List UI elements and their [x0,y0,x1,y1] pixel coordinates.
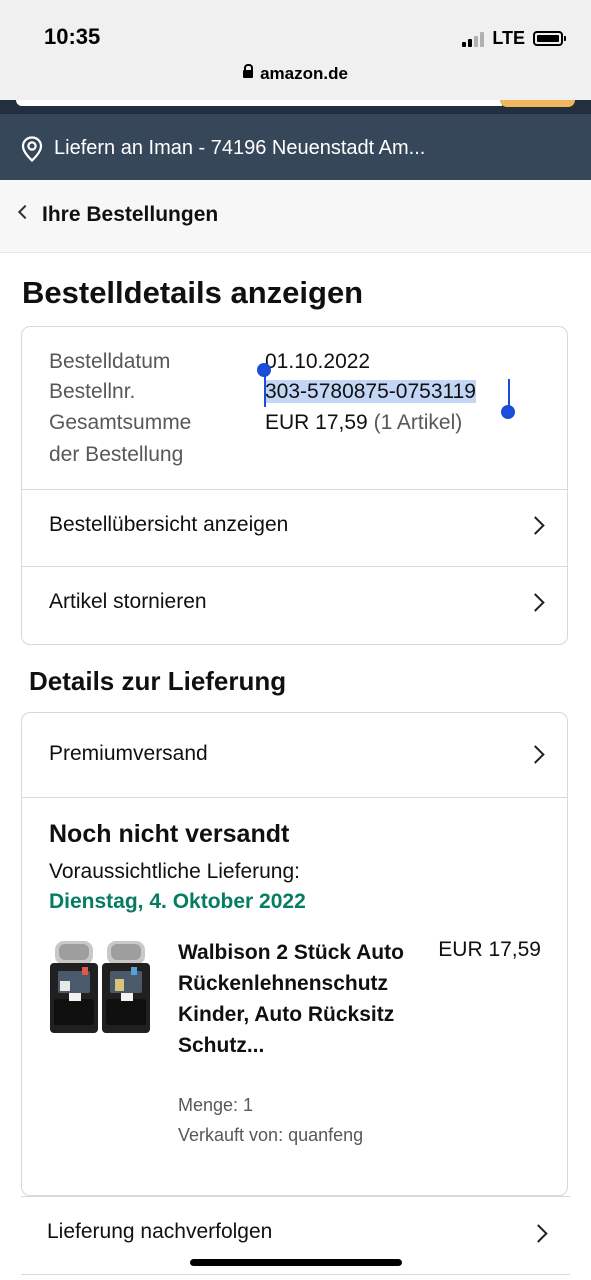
page-title: Bestelldetails anzeigen [22,275,364,310]
order-total-label-line2: der Bestellung [49,443,184,466]
expected-delivery-label: Voraussichtliche Lieferung: [49,860,300,883]
signal-icon [462,31,485,47]
clock: 10:35 [44,24,101,49]
browser-status-bar: 10:35 LTE amazon.de [0,0,591,100]
order-number-value[interactable]: 303-5780875-0753119 [265,380,476,404]
back-to-orders-link[interactable]: Ihre Bestellungen [42,203,218,227]
selection-start-handle[interactable] [257,363,271,377]
order-date-value: 01.10.2022 [265,350,371,373]
selection-end-bar [508,379,510,407]
deliver-to-text[interactable]: Liefern an Iman - 74196 Neuenstadt Am... [54,137,425,160]
track-delivery-row[interactable]: Lieferung nachverfolgen [47,1220,272,1244]
selection-start-bar [264,372,266,407]
order-number-label: Bestellnr. [49,380,136,403]
home-indicator[interactable] [190,1259,402,1266]
order-total-label-line1: Gesamtsumme [49,411,192,434]
divider [22,489,567,490]
cancel-items-row[interactable]: Artikel stornieren [49,590,207,614]
network-label: LTE [492,28,525,48]
selected-text: 303-5780875-0753119 [265,380,476,403]
product-title-link[interactable]: Walbison 2 Stück Auto Rückenlehnenschutz… [178,937,428,1061]
chevron-right-icon [526,593,545,612]
product-image[interactable] [49,941,153,1037]
status-icons: LTE [462,28,566,49]
divider [21,1274,570,1275]
product-price: EUR 17,59 [438,938,541,961]
shipping-method-row[interactable]: Premiumversand [49,742,208,766]
divider [21,1196,570,1197]
battery-icon [533,31,566,46]
product-quantity: Menge: 1 [178,1095,254,1115]
product-seller: Verkauft von: quanfeng [178,1125,364,1145]
chevron-right-icon [529,1224,548,1243]
order-date-label: Bestelldatum [49,350,171,373]
delivery-section-title: Details zur Lieferung [29,666,287,696]
view-order-summary-row[interactable]: Bestellübersicht anzeigen [49,513,288,537]
selection-end-handle[interactable] [501,405,515,419]
item-count: (1 Artikel) [373,411,463,434]
total-amount: EUR 17,59 [265,411,368,434]
chevron-right-icon [526,516,545,535]
search-button-edge[interactable] [500,100,575,107]
expected-delivery-date: Dienstag, 4. Oktober 2022 [49,890,306,913]
search-field-edge[interactable] [16,100,502,106]
address-bar[interactable]: amazon.de [0,64,591,84]
divider [22,797,567,798]
shipment-status: Noch nicht versandt [49,820,290,848]
delivery-card: Premiumversand Noch nicht versandt Vorau… [21,712,568,1196]
lock-icon [243,64,254,78]
order-total-value: EUR 17,59 (1 Artikel) [265,411,462,435]
divider [22,566,567,567]
order-summary-card: Bestelldatum 01.10.2022 Bestellnr. 303-5… [21,326,568,645]
order-total-label: Gesamtsumme der Bestellung [49,411,191,467]
url-text: amazon.de [260,64,348,83]
location-pin-icon [21,136,43,162]
chevron-right-icon [526,745,545,764]
